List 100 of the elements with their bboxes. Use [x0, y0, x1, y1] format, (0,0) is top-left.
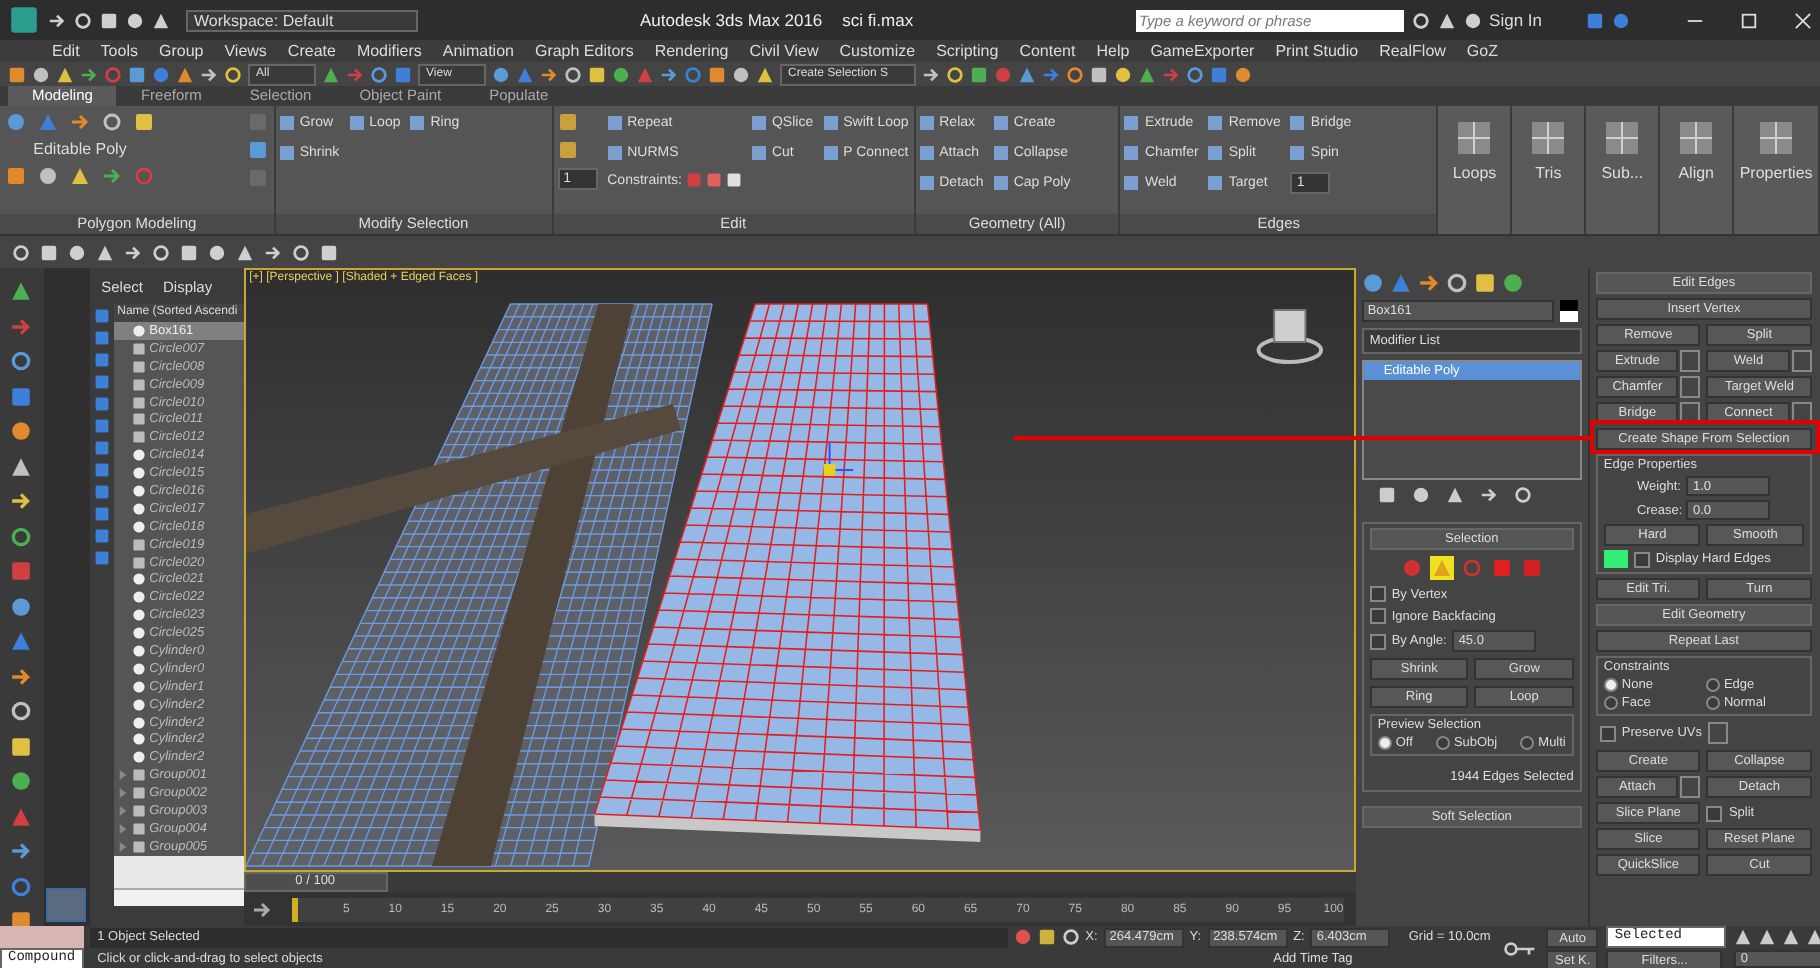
triangle-icon[interactable] [70, 166, 90, 186]
ring-icon[interactable] [946, 65, 964, 83]
object-color-swatch[interactable] [1559, 300, 1578, 322]
settings-button[interactable] [1680, 776, 1701, 798]
square-icon[interactable] [588, 65, 606, 83]
circle-icon[interactable] [38, 166, 58, 186]
ring-icon[interactable] [10, 525, 33, 547]
circle-icon[interactable] [32, 65, 50, 83]
square-icon[interactable] [40, 243, 58, 261]
menu-item[interactable]: Help [1096, 42, 1130, 60]
menu-item[interactable]: Scripting [936, 42, 999, 60]
menu-item[interactable]: Tools [100, 42, 138, 60]
radio-button[interactable] [1603, 696, 1618, 710]
ring-icon[interactable] [1066, 65, 1084, 83]
ring-icon[interactable] [102, 112, 122, 132]
menu-item[interactable]: GoZ [1466, 42, 1498, 60]
arrow-icon[interactable] [10, 490, 33, 512]
arrow-icon[interactable] [10, 665, 33, 687]
logo-icon[interactable] [8, 4, 40, 36]
arrow-icon[interactable] [251, 899, 272, 919]
triangle-icon[interactable] [10, 455, 33, 477]
square-icon[interactable] [134, 112, 154, 132]
radio-button[interactable] [1435, 736, 1450, 750]
triangle-icon[interactable] [756, 65, 774, 83]
arrow-icon[interactable] [10, 840, 33, 862]
menu-item[interactable]: Content [1019, 42, 1076, 60]
square-icon[interactable] [10, 735, 33, 757]
triangle-icon[interactable] [1437, 11, 1456, 29]
radio-button[interactable] [1705, 696, 1720, 710]
checkbox[interactable] [1633, 551, 1650, 567]
search-icon[interactable] [1411, 11, 1430, 29]
menu-item[interactable]: Customize [839, 42, 916, 60]
radio-button[interactable] [1603, 678, 1618, 692]
square-icon[interactable] [1090, 65, 1108, 83]
ribbon-large-button[interactable]: Loops [1438, 106, 1511, 234]
checkbox[interactable] [1369, 608, 1386, 624]
square-icon[interactable] [1473, 272, 1496, 294]
settings-button[interactable] [1792, 350, 1812, 372]
ring-icon[interactable] [564, 65, 582, 83]
checkbox[interactable] [1599, 725, 1616, 741]
arrow-icon[interactable] [922, 65, 940, 83]
menu-item[interactable]: Rendering [654, 42, 729, 60]
transform-gizmo-icon[interactable] [822, 441, 854, 476]
square-icon[interactable] [725, 172, 742, 188]
checkbox[interactable] [1369, 633, 1386, 649]
view-cube-icon[interactable] [1255, 309, 1323, 364]
close-icon[interactable] [1794, 11, 1812, 29]
menu-item[interactable]: Animation [442, 42, 514, 60]
square-icon[interactable] [180, 243, 198, 261]
circle-icon[interactable] [1234, 65, 1252, 83]
triangle-icon[interactable] [1445, 486, 1464, 504]
arrow-icon[interactable] [540, 65, 558, 83]
ring-icon[interactable] [1445, 272, 1468, 294]
radio-button[interactable] [1520, 736, 1535, 750]
ribbon-large-button[interactable]: Sub... [1586, 106, 1659, 234]
workspace-dropdown[interactable]: Workspace: Default [186, 9, 418, 31]
sign-in-link[interactable]: Sign In [1489, 10, 1542, 30]
menu-item[interactable]: Print Studio [1275, 42, 1359, 60]
menu-item[interactable]: Edit [52, 42, 80, 60]
square-icon[interactable] [100, 11, 118, 29]
square-icon[interactable] [708, 65, 726, 83]
ribbon-large-button[interactable]: Tris [1512, 106, 1585, 234]
square-icon[interactable] [1377, 486, 1396, 504]
checkbox[interactable] [1369, 586, 1386, 602]
settings-button[interactable] [1680, 350, 1701, 372]
circle-icon[interactable] [1411, 486, 1430, 504]
radio-button[interactable] [1377, 736, 1392, 750]
square-icon[interactable] [320, 243, 338, 261]
horizontal-scrollbar[interactable] [113, 888, 244, 906]
triangle-icon[interactable] [152, 11, 170, 29]
triangle-icon[interactable] [56, 65, 74, 83]
menu-item[interactable]: Modifiers [356, 42, 422, 60]
menu-item[interactable]: Graph Editors [534, 42, 634, 60]
triangle-icon[interactable] [96, 243, 114, 261]
circle-icon[interactable] [10, 770, 33, 792]
viewport-layout-thumbnail[interactable] [46, 888, 87, 922]
maximize-icon[interactable] [1740, 11, 1758, 29]
ring-icon[interactable] [224, 65, 242, 83]
settings-button[interactable] [1708, 722, 1729, 744]
menu-item[interactable]: Civil View [749, 42, 819, 60]
arrow-icon[interactable] [200, 65, 218, 83]
circle-icon[interactable] [126, 11, 144, 29]
circle-icon[interactable] [68, 243, 86, 261]
menu-item[interactable]: Create [287, 42, 336, 60]
subobject-level-icon[interactable] [1429, 556, 1454, 580]
circle-icon[interactable] [732, 65, 750, 83]
square-icon[interactable] [8, 65, 26, 83]
ribbon-large-button[interactable]: Align [1660, 106, 1733, 234]
key-icon[interactable] [1502, 939, 1539, 957]
circle-icon[interactable] [10, 420, 33, 442]
ring-icon[interactable] [10, 700, 33, 722]
color-swatch[interactable] [1603, 550, 1628, 568]
checkbox[interactable] [1706, 805, 1723, 821]
menu-item[interactable]: RealFlow [1379, 42, 1446, 60]
menu-item[interactable]: GameExporter [1150, 42, 1255, 60]
arrow-icon[interactable] [1417, 272, 1440, 294]
radio-button[interactable] [1705, 678, 1720, 692]
menu-item[interactable]: Views [224, 42, 267, 60]
triangle-icon[interactable] [236, 243, 254, 261]
ribbon-large-button[interactable]: Properties [1734, 106, 1819, 234]
